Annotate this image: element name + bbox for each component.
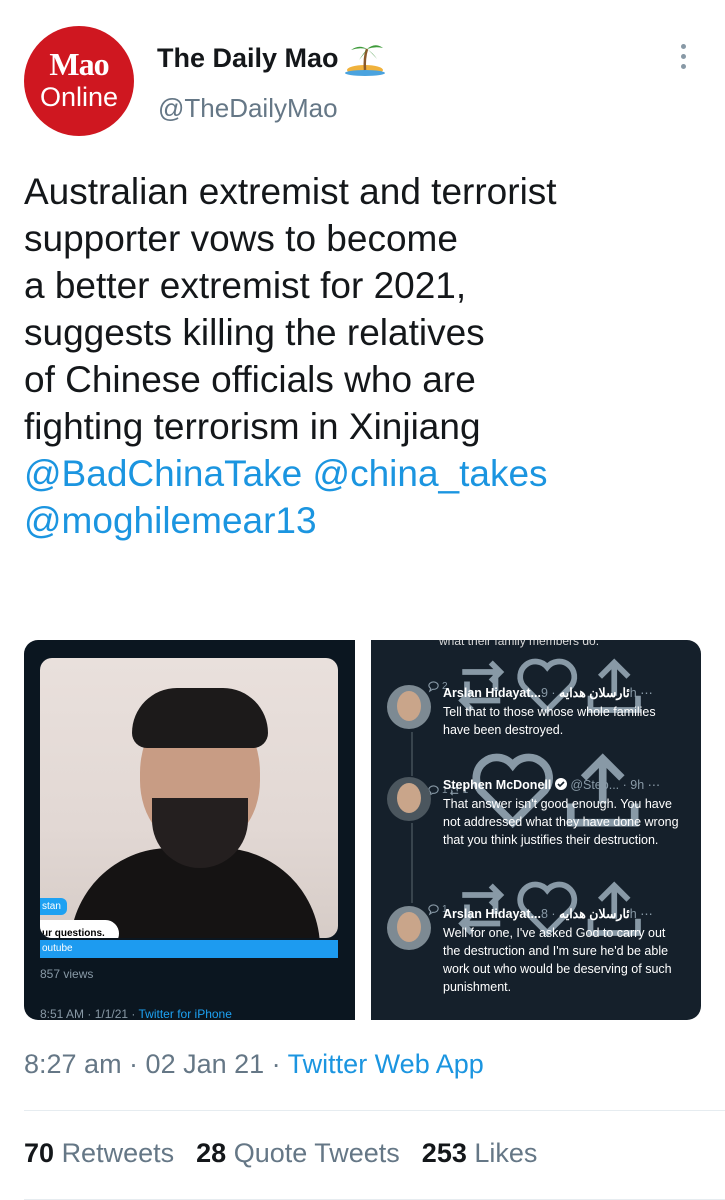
likes-count: 253 bbox=[421, 1138, 467, 1168]
youtube-bar: outube bbox=[40, 940, 338, 958]
embedded-tweet-meta: 8:51 AM · 1/1/21 · Twitter for iPhone bbox=[40, 1007, 232, 1020]
reply-body: Tell that to those whose whole families … bbox=[443, 705, 656, 737]
avatar bbox=[387, 777, 431, 821]
embedded-source: Twitter for iPhone bbox=[138, 1007, 232, 1020]
tweet-text-line: supporter vows to become bbox=[24, 218, 458, 259]
retweets-count: 70 bbox=[24, 1138, 55, 1168]
mention-china-takes[interactable]: @china_takes bbox=[313, 453, 548, 494]
display-name[interactable]: The Daily Mao bbox=[157, 43, 339, 74]
tweet-timestamp: 8:27 am · 02 Jan 21 · Twitter Web App bbox=[24, 1049, 484, 1080]
tweet-text: Australian extremist and terrorist suppo… bbox=[24, 168, 704, 544]
media-image-left[interactable]: stan ur questions. outube 857 views 8:51… bbox=[24, 640, 355, 1020]
reply-header: Arslan Hidayat...ئارسلان هدايه · 8h ⋯ bbox=[443, 906, 653, 921]
tweet-text-line: suggests killing the relatives bbox=[24, 312, 485, 353]
retweets-label: Retweets bbox=[61, 1138, 175, 1168]
thread-line bbox=[411, 732, 413, 776]
person-hair bbox=[132, 688, 268, 748]
likes-label: Likes bbox=[474, 1138, 538, 1168]
caption-questions: ur questions. bbox=[40, 920, 119, 938]
tweet-text-line: fighting terrorism in Xinjiang bbox=[24, 406, 481, 447]
avatar-logo-bottom: Online bbox=[39, 82, 119, 112]
reply-icon bbox=[428, 681, 439, 693]
divider bbox=[24, 1110, 725, 1111]
account-handle[interactable]: @TheDailyMao bbox=[158, 93, 338, 124]
more-options-icon[interactable] bbox=[676, 44, 690, 74]
retweets-stat[interactable]: 70 Retweets bbox=[24, 1138, 174, 1168]
video-still: stan ur questions. bbox=[40, 658, 338, 938]
thread-line bbox=[411, 823, 413, 903]
avatar-logo-top: Mao bbox=[49, 46, 109, 82]
reply-author: Stephen McDonell bbox=[443, 778, 552, 792]
reply-author: Arslan Hidayat...ئارسلان هدايه bbox=[443, 907, 630, 921]
quotes-count: 28 bbox=[196, 1138, 227, 1168]
timestamp-text[interactable]: 8:27 am · 02 Jan 21 · bbox=[24, 1049, 288, 1079]
caption-chip: stan bbox=[40, 898, 67, 915]
view-count: 857 views bbox=[40, 967, 94, 981]
reply-meta: @Step... · 9h bbox=[570, 778, 645, 792]
reply-author: Arslan Hidayat...ئارسلان هدايه bbox=[443, 686, 630, 700]
tweet-text-line: Australian extremist and terrorist bbox=[24, 171, 557, 212]
reply-header: Stephen McDonell @Step... · 9h ⋯ bbox=[443, 777, 660, 792]
source-app-link[interactable]: Twitter Web App bbox=[288, 1049, 484, 1079]
reply-icon bbox=[428, 904, 439, 916]
media-image-right[interactable]: what their family members do. 2 Arslan H… bbox=[371, 640, 701, 1020]
more-icon: ⋯ bbox=[640, 686, 653, 700]
reply-body: Well for one, I've asked God to carry ou… bbox=[443, 926, 672, 994]
mention-badchinatake[interactable]: @BadChinaTake bbox=[24, 453, 302, 494]
desert-island-icon bbox=[344, 40, 385, 76]
reply-body: That answer isn't good enough. You have … bbox=[443, 797, 679, 847]
more-icon: ⋯ bbox=[647, 778, 661, 792]
mention-moghilemear13[interactable]: @moghilemear13 bbox=[24, 500, 317, 541]
tweet-text-line: of Chinese officials who are bbox=[24, 359, 476, 400]
avatar bbox=[387, 685, 431, 729]
display-name-row[interactable]: The Daily Mao bbox=[157, 40, 385, 76]
account-avatar[interactable]: Mao Online bbox=[24, 26, 134, 136]
embedded-time: 8:51 AM · 1/1/21 · bbox=[40, 1007, 139, 1020]
quotes-label: Quote Tweets bbox=[233, 1138, 400, 1168]
more-icon: ⋯ bbox=[640, 907, 653, 921]
tweet-text-line: a better extremist for 2021, bbox=[24, 265, 467, 306]
engagement-stats: 70 Retweets 28 Quote Tweets 253 Likes bbox=[24, 1138, 537, 1169]
avatar bbox=[387, 906, 431, 950]
likes-stat[interactable]: 253 Likes bbox=[422, 1138, 538, 1168]
reply-header: Arslan Hidayat...ئارسلان هدايه · 9h ⋯ bbox=[443, 685, 653, 700]
quote-tweets-stat[interactable]: 28 Quote Tweets bbox=[196, 1138, 400, 1168]
verified-badge-icon bbox=[554, 778, 567, 790]
cut-off-text: what their family members do. bbox=[439, 640, 600, 648]
